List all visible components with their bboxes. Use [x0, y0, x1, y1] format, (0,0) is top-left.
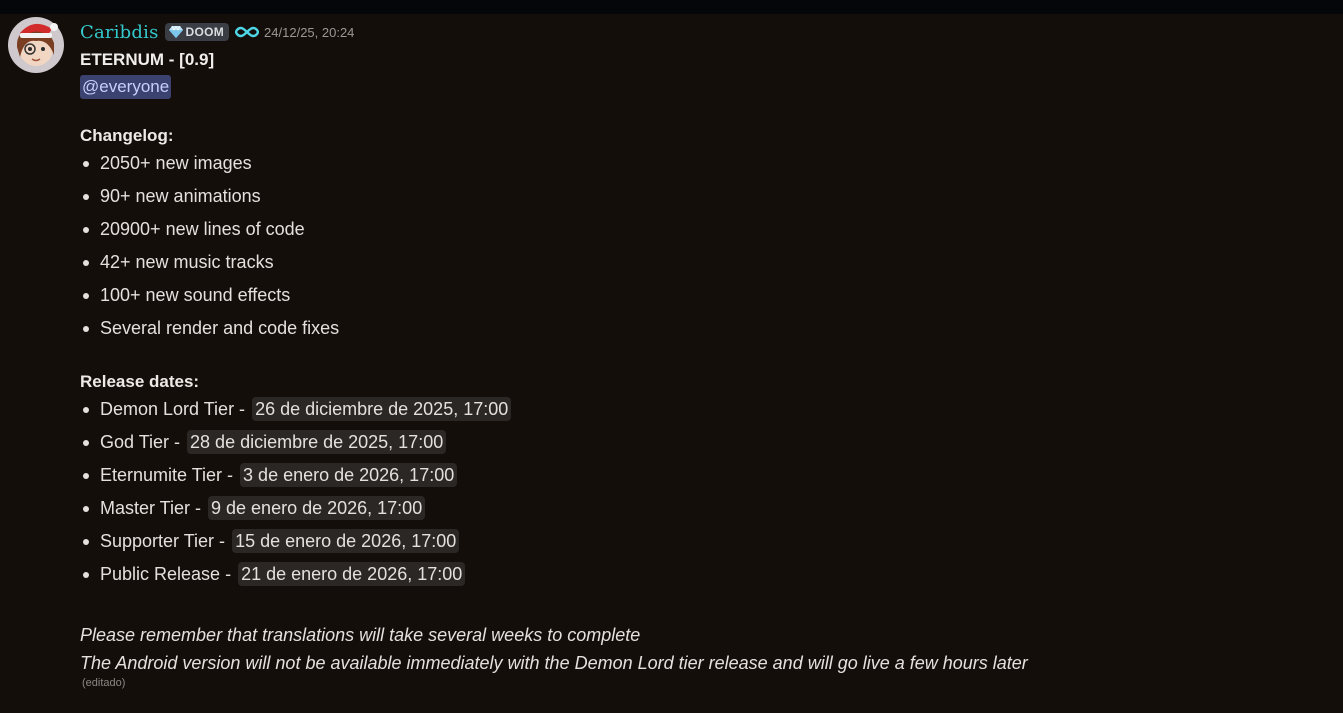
- everyone-mention[interactable]: @everyone: [80, 75, 172, 99]
- date-timestamp[interactable]: 15 de enero de 2026, 17:00: [232, 529, 460, 553]
- release-tier: Eternumite Tier -: [100, 465, 239, 485]
- gem-icon: [168, 26, 183, 38]
- date-timestamp[interactable]: 9 de enero de 2026, 17:00: [208, 496, 426, 520]
- list-item: God Tier - 28 de diciembre de 2025, 17:0…: [80, 426, 1320, 459]
- list-item: 20900+ new lines of code: [80, 213, 1320, 246]
- chat-message: Caribdis DOOM 24/12/25, 20:24 ETERNUM - …: [0, 14, 1343, 713]
- date-timestamp[interactable]: 21 de enero de 2026, 17:00: [238, 562, 466, 586]
- release-tier: Master Tier -: [100, 498, 207, 518]
- avatar[interactable]: [8, 17, 64, 73]
- list-item: 2050+ new images: [80, 147, 1320, 180]
- list-item: Several render and code fixes: [80, 312, 1320, 345]
- list-item: 90+ new animations: [80, 180, 1320, 213]
- role-tag[interactable]: DOOM: [164, 23, 230, 41]
- message-content: Caribdis DOOM 24/12/25, 20:24 ETERNUM - …: [80, 19, 1320, 689]
- date-timestamp[interactable]: 3 de enero de 2026, 17:00: [240, 463, 458, 487]
- avatar-image: [8, 17, 64, 73]
- message-header: Caribdis DOOM 24/12/25, 20:24: [80, 19, 1320, 45]
- timestamp[interactable]: 24/12/25, 20:24: [264, 25, 354, 40]
- list-item: Public Release - 21 de enero de 2026, 17…: [80, 558, 1320, 591]
- edited-label: (editado): [82, 677, 126, 689]
- infinity-icon[interactable]: [235, 25, 260, 39]
- release-tier: God Tier -: [100, 432, 186, 452]
- list-item: Demon Lord Tier - 26 de diciembre de 202…: [80, 393, 1320, 426]
- changelog-heading: Changelog:: [80, 126, 174, 145]
- top-bar: [0, 0, 1343, 14]
- message-title: ETERNUM - [0.9]: [80, 50, 215, 69]
- username[interactable]: Caribdis: [80, 22, 159, 43]
- list-item: Eternumite Tier - 3 de enero de 2026, 17…: [80, 459, 1320, 492]
- date-timestamp[interactable]: 28 de diciembre de 2025, 17:00: [187, 430, 447, 454]
- list-item: 100+ new sound effects: [80, 279, 1320, 312]
- role-tag-label: DOOM: [185, 25, 225, 39]
- list-item: Supporter Tier - 15 de enero de 2026, 17…: [80, 525, 1320, 558]
- date-timestamp[interactable]: 26 de diciembre de 2025, 17:00: [252, 397, 512, 421]
- list-item: Master Tier - 9 de enero de 2026, 17:00: [80, 492, 1320, 525]
- release-tier: Public Release -: [100, 564, 237, 584]
- release-tier: Supporter Tier -: [100, 531, 231, 551]
- list-item: 42+ new music tracks: [80, 246, 1320, 279]
- changelog-list: 2050+ new images 90+ new animations 2090…: [80, 147, 1320, 345]
- release-dates-heading: Release dates:: [80, 372, 200, 391]
- translation-note: Please remember that translations will t…: [80, 625, 641, 645]
- release-dates-list: Demon Lord Tier - 26 de diciembre de 202…: [80, 393, 1320, 591]
- android-note: The Android version will not be availabl…: [80, 653, 1028, 673]
- release-tier: Demon Lord Tier -: [100, 399, 251, 419]
